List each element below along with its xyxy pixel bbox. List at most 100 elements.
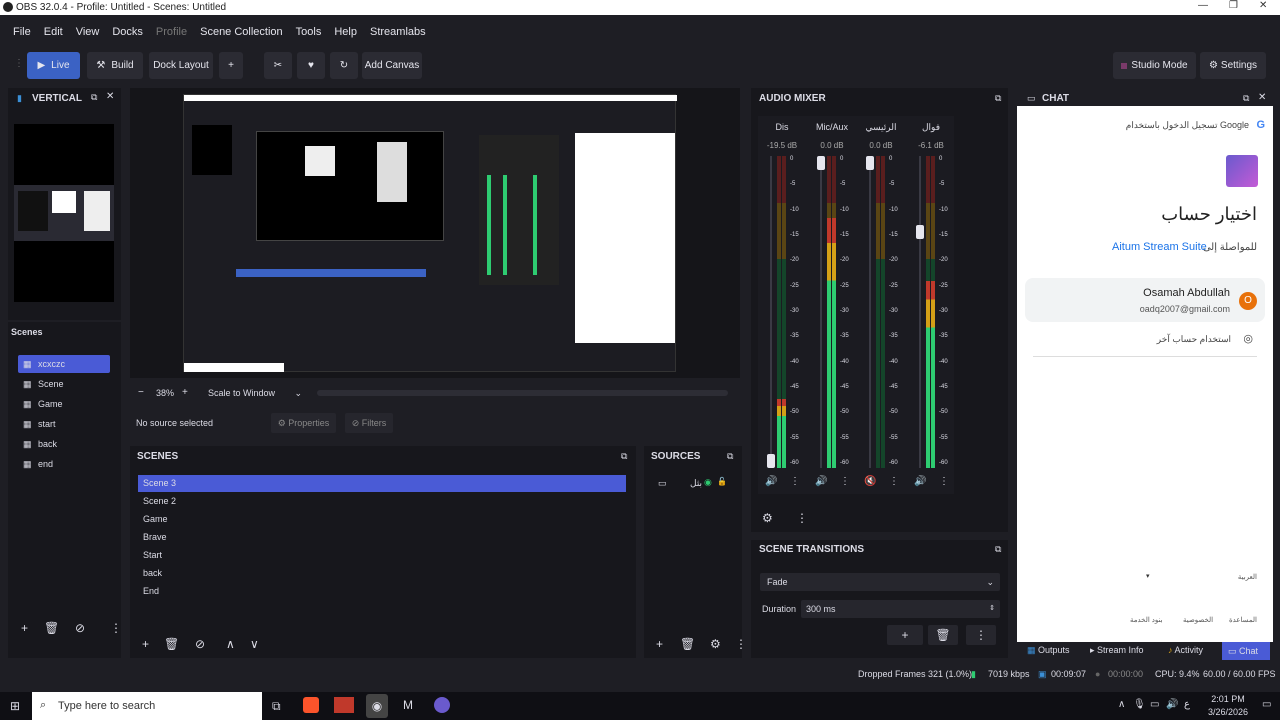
undock-icon[interactable]: ⧉ xyxy=(995,93,1001,104)
fader-track[interactable] xyxy=(770,156,772,468)
clock-date[interactable]: 3/26/2026 xyxy=(1202,707,1254,717)
properties-button[interactable]: ⚙ Properties xyxy=(271,413,336,433)
windows-icon[interactable]: ⊞ xyxy=(10,699,20,713)
notifications-icon[interactable]: ▭ xyxy=(1262,699,1271,710)
account-row[interactable]: Osamah Abdullah oadq2007@gmail.com O xyxy=(1025,278,1265,322)
trash-icon[interactable]: 🗑 xyxy=(44,621,59,635)
vertical-scene-item[interactable]: ▦ end xyxy=(18,455,110,473)
program-preview[interactable] xyxy=(183,94,677,372)
more-icon[interactable]: ⋮ xyxy=(840,476,850,487)
remove-transition-button[interactable]: 🗑 xyxy=(928,625,958,645)
privacy-link[interactable]: الخصوصية xyxy=(1183,616,1213,624)
live-button[interactable]: ▶ Live xyxy=(27,52,80,79)
transition-select[interactable]: Fade ⌄ xyxy=(760,573,1000,591)
vertical-scene-item[interactable]: ▦ Scene xyxy=(18,375,110,393)
menu-scene-collection[interactable]: Scene Collection xyxy=(200,26,283,38)
duration-input[interactable]: 300 ms ⇕ xyxy=(801,600,1000,618)
trash-icon[interactable]: 🗑 xyxy=(164,637,179,651)
vertical-scene-item[interactable]: ▦ xcxczc xyxy=(18,355,110,373)
network-icon[interactable]: ▭ xyxy=(1150,699,1159,710)
fader-handle[interactable] xyxy=(767,454,775,468)
menu-streamlabs[interactable]: Streamlabs xyxy=(370,26,426,38)
settings-button[interactable]: ⚙ Settings xyxy=(1200,52,1266,79)
more-icon[interactable]: ⋮ xyxy=(735,637,747,651)
help-link[interactable]: المساعدة xyxy=(1229,616,1257,624)
menu-edit[interactable]: Edit xyxy=(44,26,63,38)
streamlabs-icon[interactable] xyxy=(434,697,450,713)
scene-item[interactable]: Game xyxy=(138,511,626,528)
scene-item[interactable]: Brave xyxy=(138,529,626,546)
fader-track[interactable] xyxy=(919,156,921,468)
task-view-icon[interactable]: ⧉ xyxy=(272,699,281,714)
close-icon[interactable]: ✕ xyxy=(1259,0,1267,11)
scene-item[interactable]: Start xyxy=(138,547,626,564)
refresh-button[interactable]: ↻ xyxy=(330,52,358,79)
menu-view[interactable]: View xyxy=(76,26,100,38)
clock-time[interactable]: 2:01 PM xyxy=(1206,694,1250,704)
scale-select[interactable]: Scale to Window ⌄ xyxy=(204,385,308,401)
use-another-account[interactable]: استخدام حساب آخر xyxy=(1157,334,1231,345)
more-icon[interactable]: ⋮ xyxy=(889,476,899,487)
add-layout-button[interactable]: + xyxy=(219,52,243,79)
filters-button[interactable]: ⊘ Filters xyxy=(345,413,393,433)
add-canvas-button[interactable]: Add Canvas xyxy=(362,52,422,79)
vertical-preview[interactable] xyxy=(14,124,114,302)
taskbar-search[interactable]: ⌕ Type here to search xyxy=(32,692,262,720)
brave-icon[interactable] xyxy=(303,697,319,713)
tab-chat[interactable]: ▭ Chat xyxy=(1222,642,1270,660)
undock-icon[interactable]: ⧉ xyxy=(91,92,97,103)
close-icon[interactable]: ✕ xyxy=(1258,92,1266,103)
lock-icon[interactable]: 🔓 xyxy=(717,477,727,486)
add-source-icon[interactable]: + xyxy=(656,637,663,651)
speaker-icon[interactable]: 🔊 xyxy=(765,476,777,487)
trash-icon[interactable]: 🗑 xyxy=(680,637,695,651)
filter-icon[interactable]: ⊘ xyxy=(195,637,205,651)
more-icon[interactable]: ⋮ xyxy=(939,476,949,487)
scene-item[interactable]: Scene 2 xyxy=(138,493,626,510)
filter-icon[interactable]: ⊘ xyxy=(75,621,85,635)
gear-icon[interactable]: ⚙ xyxy=(710,637,721,651)
preview-scrollbar[interactable] xyxy=(317,390,728,396)
chevron-down-icon[interactable]: ▾ xyxy=(1146,572,1150,580)
zoom-out-button[interactable]: − xyxy=(138,387,144,398)
scene-item[interactable]: back xyxy=(138,565,626,582)
tools-button[interactable]: ✂ xyxy=(264,52,292,79)
minimize-icon[interactable]: — xyxy=(1198,0,1208,11)
undock-icon[interactable]: ⧉ xyxy=(621,451,627,462)
fader-handle[interactable] xyxy=(817,156,825,170)
more-icon[interactable]: ⋮ xyxy=(790,476,800,487)
add-icon[interactable]: + xyxy=(21,621,28,635)
scene-item[interactable]: End xyxy=(138,583,626,600)
eye-icon[interactable]: ◉ xyxy=(704,477,712,488)
build-button[interactable]: ⚒ Build xyxy=(87,52,143,79)
muted-speaker-icon[interactable]: 🔇 xyxy=(864,476,876,487)
zoom-in-button[interactable]: + xyxy=(182,387,188,398)
fader-track[interactable] xyxy=(820,156,822,468)
dock-layout-button[interactable]: Dock Layout xyxy=(149,52,213,79)
menu-docks[interactable]: Docks xyxy=(112,26,143,38)
keyboard-layout-icon[interactable]: ع xyxy=(1184,699,1190,710)
maximize-icon[interactable]: ❐ xyxy=(1229,0,1238,11)
tab-stream-info[interactable]: ▸ Stream Info xyxy=(1090,645,1144,656)
tab-activity[interactable]: ♪ Activity xyxy=(1168,645,1203,655)
speaker-icon[interactable]: 🔊 xyxy=(815,476,827,487)
tray-arrow-icon[interactable]: ∧ xyxy=(1118,699,1125,710)
capcut-icon[interactable]: M xyxy=(403,698,413,712)
transition-menu-button[interactable]: ⋮ xyxy=(966,625,996,645)
stepper-icon[interactable]: ⇕ xyxy=(989,600,995,618)
vertical-scene-item[interactable]: ▦ back xyxy=(18,435,110,453)
vertical-scene-item[interactable]: ▦ start xyxy=(18,415,110,433)
tab-outputs[interactable]: ▦ Outputs xyxy=(1027,645,1070,656)
undock-icon[interactable]: ⧉ xyxy=(995,544,1001,555)
add-scene-icon[interactable]: + xyxy=(142,637,149,651)
favorite-button[interactable]: ♥ xyxy=(297,52,325,79)
undock-icon[interactable]: ⧉ xyxy=(727,451,733,462)
gear-icon[interactable]: ⚙ xyxy=(762,511,773,525)
fader-handle[interactable] xyxy=(866,156,874,170)
video-editor-icon[interactable] xyxy=(334,697,354,713)
mic-icon[interactable]: 🎙 xyxy=(1133,699,1146,710)
app-name-link[interactable]: Aitum Stream Suite xyxy=(1112,241,1207,253)
more-icon[interactable]: ⋮ xyxy=(796,511,808,525)
fader-track[interactable] xyxy=(869,156,871,468)
volume-icon[interactable]: 🔊 xyxy=(1166,699,1178,710)
